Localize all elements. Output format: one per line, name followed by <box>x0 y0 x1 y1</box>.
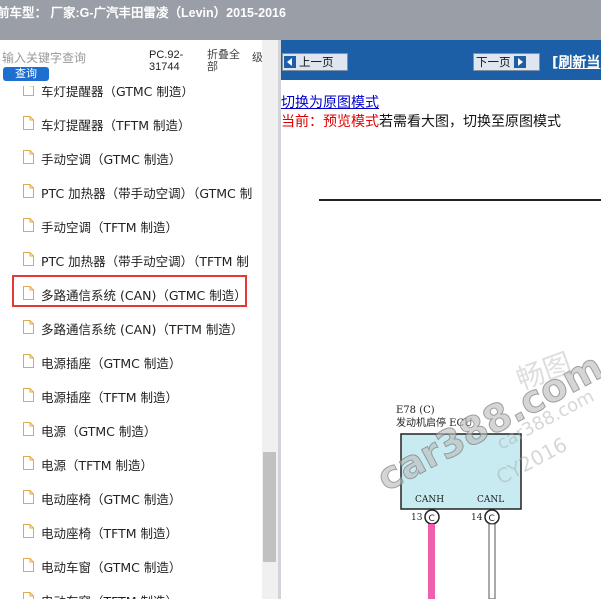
tree-item[interactable]: 电源（GTMC 制造） <box>0 412 262 446</box>
preview-mode-hint: 若需看大图，切换至原图模式 <box>379 114 561 130</box>
tree-item[interactable]: 电动座椅（TFTM 制造） <box>0 514 262 548</box>
document-icon <box>23 490 34 504</box>
arrow-right-icon <box>513 56 526 68</box>
tree-item[interactable]: 手动空调（TFTM 制造） <box>0 208 262 242</box>
switch-original-link[interactable]: 切换为原图模式 <box>281 92 379 112</box>
preview-mode-label: 当前：预览模式 <box>281 114 379 130</box>
right-panel: 上一页 下一页 [刷新当 切换为原图模式 当前：预览模式若需看大图，切换至原图模… <box>281 40 601 599</box>
tree-item[interactable]: 电源插座（GTMC 制造） <box>0 344 262 378</box>
pin-canl-number: 14 <box>471 513 483 523</box>
wiring-diagram: E78 (C) 发动机启停 ECU CANH CANL 13 14 C C ca… <box>319 199 601 599</box>
next-page-button[interactable]: 下一页 <box>473 53 540 71</box>
title-bar: 前车型： 厂家:G-广汽丰田雷凌（Levin）2015-2016 <box>0 0 601 40</box>
tree-item-label: PTC 加热器（带手动空调）（GTMC 制 <box>41 186 253 201</box>
tree-item-label: 电源（GTMC 制造） <box>41 424 157 439</box>
pc-code: PC.92- 31744 <box>149 49 184 73</box>
search-input[interactable] <box>2 48 142 68</box>
document-icon <box>23 252 34 266</box>
tree-item-label: 手动空调（GTMC 制造） <box>41 152 182 167</box>
tree-item-label: 车灯提醒器（TFTM 制造） <box>41 118 191 133</box>
refresh-link[interactable]: [刷新当 <box>552 52 600 72</box>
pin-canl-label: CANL <box>477 495 504 505</box>
pin-canh-label: CANH <box>415 495 444 505</box>
connector-id: E78 (C) <box>396 405 435 416</box>
tree-item[interactable]: PTC 加热器（带手动空调）（TFTM 制 <box>0 242 262 276</box>
tree-item-label: 多路通信系统 (CAN)（TFTM 制造） <box>41 322 244 337</box>
tree-item-label: PTC 加热器（带手动空调）（TFTM 制 <box>41 254 249 269</box>
truncated-label: 级 <box>252 51 262 64</box>
document-icon <box>23 150 34 164</box>
tree-item-label: 电动车窗（GTMC 制造） <box>41 560 182 575</box>
pin-canh-number: 13 <box>411 513 423 523</box>
document-icon <box>23 456 34 470</box>
left-panel: 查询 PC.92- 31744 折叠全 部 级 车灯提醒器（GTMC 制造） 车… <box>0 40 278 599</box>
document-icon <box>23 320 34 334</box>
svg-text:C: C <box>429 514 435 524</box>
tree-item[interactable]: 电动车窗（GTMC 制造） <box>0 548 262 582</box>
tree-item-label: 电源插座（GTMC 制造） <box>41 356 182 371</box>
tree-item-label: 电动车窗（TFTM 制造） <box>41 591 178 599</box>
tree-item-label: 电动座椅（TFTM 制造） <box>41 526 178 541</box>
wire-canh <box>428 524 435 599</box>
scrollbar-thumb[interactable] <box>263 452 276 562</box>
tree-item-label: 电源（TFTM 制造） <box>41 458 153 473</box>
tree-item[interactable]: 手动空调（GTMC 制造） <box>0 140 262 174</box>
arrow-left-icon <box>284 56 296 68</box>
tree-item[interactable]: 电源插座（TFTM 制造） <box>0 378 262 412</box>
tree-item[interactable]: PTC 加热器（带手动空调）（GTMC 制 <box>0 174 262 208</box>
selected-highlight <box>12 275 247 307</box>
tree-item-label: 电动座椅（GTMC 制造） <box>41 492 182 507</box>
collapse-all-button[interactable]: 折叠全 部 <box>207 49 249 73</box>
tree-item-label: 电源插座（TFTM 制造） <box>41 390 178 405</box>
search-row: 查询 PC.92- 31744 折叠全 部 级 <box>0 40 278 86</box>
tree-item[interactable]: 电动座椅（GTMC 制造） <box>0 480 262 514</box>
tree-item[interactable]: 电动车窗（TFTM 制造） <box>0 582 262 599</box>
query-button[interactable]: 查询 <box>3 67 49 81</box>
prev-page-button[interactable]: 上一页 <box>282 53 348 71</box>
wire-canl <box>488 523 496 599</box>
document-icon <box>23 218 34 232</box>
tree-item[interactable]: 车灯提醒器（TFTM 制造） <box>0 106 262 140</box>
tree-item[interactable]: 电源（TFTM 制造） <box>0 446 262 480</box>
tree-item-cut[interactable]: 车灯提醒器（GTMC 制造） <box>0 86 262 106</box>
document-icon <box>23 388 34 402</box>
nav-bar: 上一页 下一页 [刷新当 <box>281 40 601 80</box>
vehicle-title: 前车型： 厂家:G-广汽丰田雷凌（Levin）2015-2016 <box>0 6 286 20</box>
document-icon <box>23 558 34 572</box>
tree-item-label: 手动空调（TFTM 制造） <box>41 220 178 235</box>
document-icon <box>23 116 34 130</box>
document-icon <box>23 184 34 198</box>
tree-item[interactable]: 多路通信系统 (CAN)（TFTM 制造） <box>0 310 262 344</box>
document-icon <box>23 524 34 538</box>
document-icon <box>23 592 34 599</box>
document-icon <box>23 354 34 368</box>
tree-list: 车灯提醒器（GTMC 制造） 车灯提醒器（TFTM 制造） 手动空调（GTMC 制… <box>0 86 262 599</box>
document-icon <box>23 86 34 96</box>
preview-mode-notice: 当前：预览模式若需看大图，切换至原图模式 <box>281 111 561 131</box>
document-icon <box>23 422 34 436</box>
svg-text:C: C <box>489 514 495 524</box>
